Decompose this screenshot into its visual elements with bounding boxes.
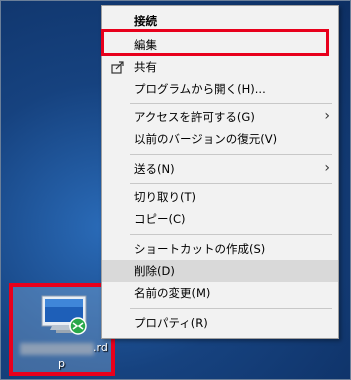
- menu-separator: [130, 308, 332, 309]
- menu-separator: [130, 234, 332, 235]
- menu-item-label: 共有: [134, 60, 157, 74]
- menu-item-delete[interactable]: 削除(D): [102, 260, 338, 282]
- menu-item-label: 名前の変更(M): [134, 286, 211, 300]
- menu-item-label: 接続: [134, 14, 157, 28]
- submenu-arrow-icon: ›: [324, 108, 330, 124]
- menu-item-share[interactable]: 共有: [102, 56, 338, 78]
- menu-item-rename[interactable]: 名前の変更(M): [102, 282, 338, 304]
- menu-item-label: 以前のバージョンの復元(V): [134, 132, 278, 146]
- menu-separator: [130, 103, 332, 104]
- menu-separator: [130, 183, 332, 184]
- icon-highlight-box: [9, 283, 115, 376]
- menu-item-label: ショートカットの作成(S): [134, 242, 266, 256]
- menu-item-properties[interactable]: プロパティ(R): [102, 312, 338, 334]
- menu-item-label: 送る(N): [134, 162, 175, 176]
- menu-separator: [130, 154, 332, 155]
- edit-highlight-box: [101, 29, 329, 56]
- menu-item-label: コピー(C): [134, 212, 186, 226]
- menu-item-label: 削除(D): [134, 264, 175, 278]
- menu-item-label: プロパティ(R): [134, 316, 208, 330]
- menu-item-create-shortcut[interactable]: ショートカットの作成(S): [102, 238, 338, 260]
- menu-item-open-with[interactable]: プログラムから開く(H)...: [102, 78, 338, 100]
- menu-item-label: 切り取り(T): [134, 190, 196, 204]
- menu-item-send-to[interactable]: 送る(N) ›: [102, 158, 338, 180]
- menu-item-label: プログラムから開く(H)...: [134, 82, 266, 96]
- menu-item-copy[interactable]: コピー(C): [102, 208, 338, 230]
- menu-item-cut[interactable]: 切り取り(T): [102, 186, 338, 208]
- menu-item-give-access[interactable]: アクセスを許可する(G) ›: [102, 106, 338, 128]
- share-icon: [111, 61, 124, 74]
- menu-item-label: アクセスを許可する(G): [134, 110, 255, 124]
- submenu-arrow-icon: ›: [324, 160, 330, 176]
- menu-item-restore-previous[interactable]: 以前のバージョンの復元(V): [102, 128, 338, 150]
